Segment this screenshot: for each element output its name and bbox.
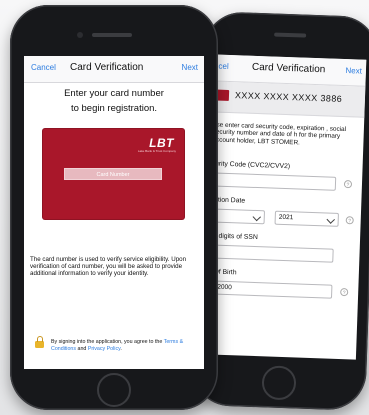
terms-prefix: By signing into the application, you agr… bbox=[51, 339, 164, 345]
verification-instructions: ase enter card security code, expiration… bbox=[212, 121, 347, 147]
chevron-down-icon bbox=[326, 215, 335, 224]
expiration-help-icon[interactable]: ? bbox=[345, 216, 354, 225]
dob-help-icon[interactable]: ? bbox=[340, 287, 349, 297]
terms-and: and bbox=[76, 345, 88, 352]
home-button bbox=[97, 373, 131, 407]
back-phone-screen: ncel Card Verification Next XXXX XXXX XX… bbox=[201, 54, 367, 360]
security-code-help-icon[interactable]: ? bbox=[343, 180, 353, 189]
masked-card-row: XXXX XXXX XXXX 3886 bbox=[210, 81, 366, 118]
chevron-down-icon bbox=[252, 212, 262, 222]
card-number-info: The card number is used to verify servic… bbox=[30, 256, 187, 278]
card-number-input[interactable]: Card Number bbox=[64, 168, 162, 180]
cancel-button[interactable]: Cancel bbox=[31, 63, 56, 72]
front-navbar: Cancel Card Verification Next bbox=[24, 56, 204, 83]
terms-notice: By signing into the application, you agr… bbox=[51, 339, 203, 352]
dob-input[interactable]: 01/2000 bbox=[204, 280, 333, 299]
front-phone-screen: Cancel Card Verification Next Enter your… bbox=[24, 56, 204, 369]
lbt-logo: LBT bbox=[149, 136, 174, 150]
lbt-tagline: Lake Bank & Trust Company bbox=[137, 149, 176, 153]
intro-line-2: to begin registration. bbox=[70, 103, 158, 114]
terms-suffix: . bbox=[120, 345, 122, 352]
security-code-label: curity Code (CVC2/CVV2) bbox=[211, 160, 291, 171]
masked-card-number: XXXX XXXX XXXX 3886 bbox=[234, 90, 343, 104]
expiration-year-select[interactable]: 2021 bbox=[274, 210, 339, 227]
front-camera bbox=[77, 32, 83, 38]
privacy-policy-link[interactable]: Privacy Policy bbox=[88, 346, 121, 352]
speaker-grille bbox=[274, 32, 307, 38]
next-button[interactable]: Next bbox=[182, 63, 198, 72]
back-next-button[interactable]: Next bbox=[345, 66, 362, 76]
back-nav-title: Card Verification bbox=[251, 61, 326, 76]
front-phone: Cancel Card Verification Next Enter your… bbox=[10, 5, 218, 410]
lock-icon bbox=[35, 336, 44, 348]
speaker-grille bbox=[92, 33, 132, 37]
security-code-input[interactable]: 5 bbox=[207, 172, 337, 191]
nav-title: Card Verification bbox=[70, 62, 144, 73]
bank-card: LBT Lake Bank & Trust Company Card Numbe… bbox=[42, 128, 185, 220]
ssn-input[interactable]: 34 bbox=[205, 244, 334, 263]
expiration-year-value: 2021 bbox=[278, 213, 294, 222]
home-button bbox=[261, 365, 297, 401]
intro-line-1: Enter your card number bbox=[64, 88, 164, 99]
